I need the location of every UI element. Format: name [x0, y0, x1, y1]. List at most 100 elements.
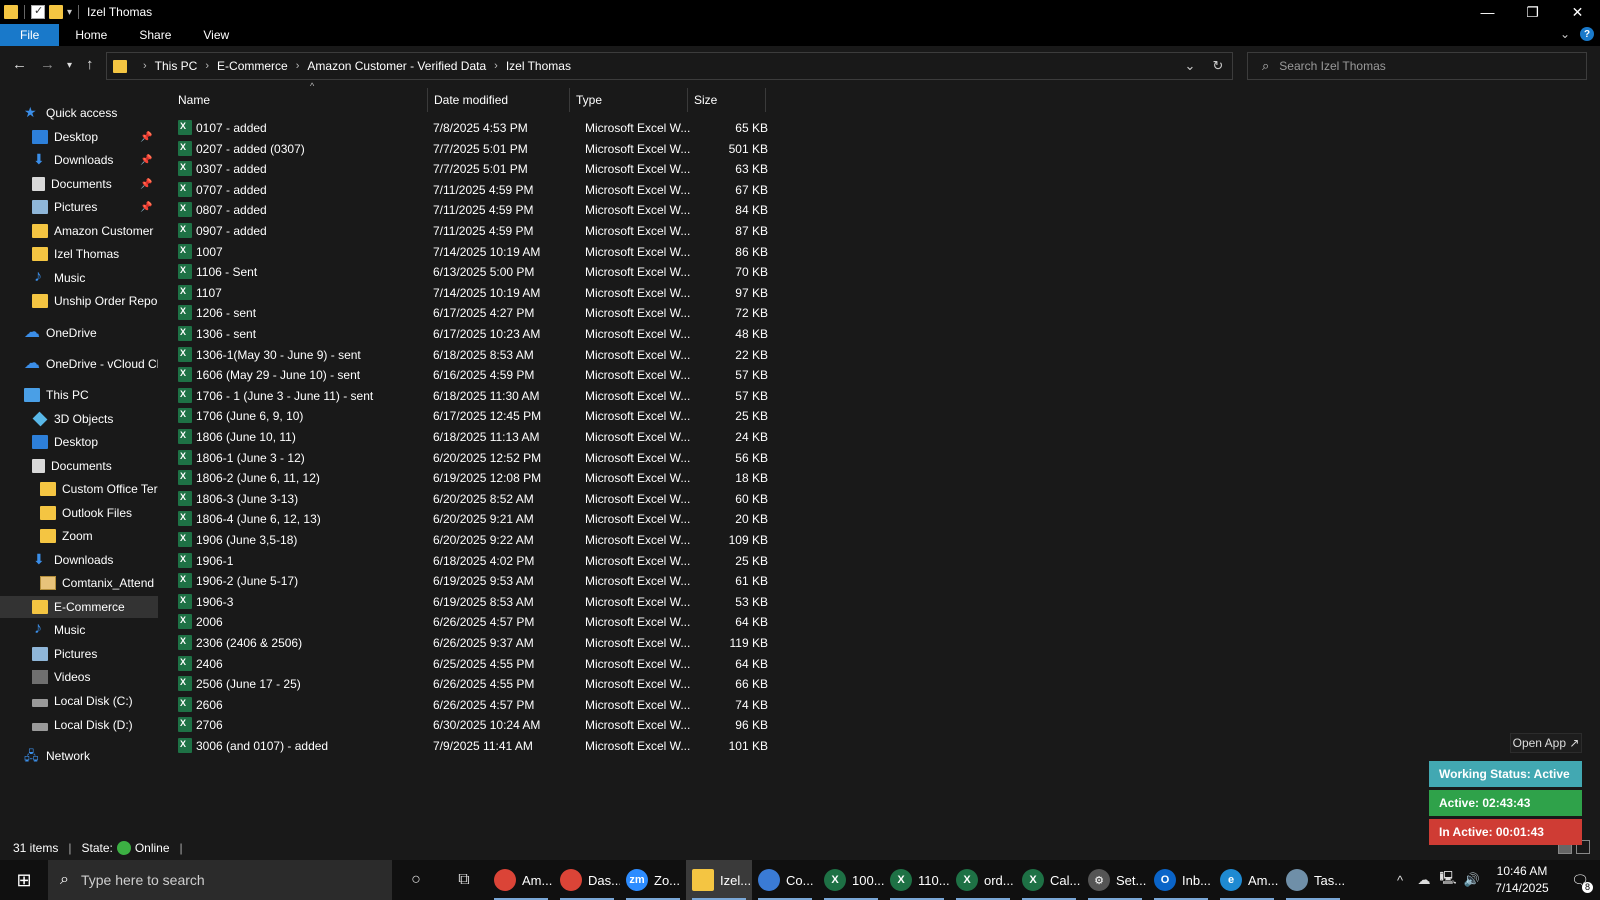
file-row[interactable]: 0107 - added 7/8/2025 4:53 PM Microsoft Ex…: [174, 118, 1174, 139]
column-header-type[interactable]: Type: [570, 88, 688, 112]
nav-item[interactable]: OneDrive: [0, 322, 158, 344]
file-row[interactable]: 2706 6/30/2025 10:24 AM Microsoft Excel W.…: [174, 715, 1174, 736]
chevron-right-icon[interactable]: ›: [494, 60, 498, 72]
taskbar-search-input[interactable]: [80, 872, 371, 888]
recent-locations-icon[interactable]: ▾: [67, 60, 72, 71]
file-row[interactable]: 2006 6/26/2025 4:57 PM Microsoft Excel W..…: [174, 612, 1174, 633]
nav-item[interactable]: Unship Order Repor: [0, 290, 158, 312]
nav-item[interactable]: Pictures 📌: [0, 196, 158, 218]
nav-item[interactable]: Network: [0, 745, 158, 767]
nav-item[interactable]: Music: [0, 619, 158, 641]
pin-icon[interactable]: 📌: [140, 202, 152, 213]
taskbar-app[interactable]: X Cal...: [1016, 860, 1082, 900]
nav-item[interactable]: Videos: [0, 666, 158, 688]
up-arrow-icon[interactable]: ↑: [86, 56, 94, 73]
nav-item[interactable]: Local Disk (C:): [0, 690, 158, 712]
nav-item[interactable]: Outlook Files: [0, 502, 158, 524]
show-hidden-icons-icon[interactable]: ^: [1388, 873, 1412, 888]
file-row[interactable]: 1806 (June 10, 11) 6/18/2025 11:13 AM Micr…: [174, 427, 1174, 448]
taskbar-app[interactable]: ⚙ Set...: [1082, 860, 1148, 900]
file-row[interactable]: 0207 - added (0307) 7/7/2025 5:01 PM Micro…: [174, 139, 1174, 160]
back-arrow-icon[interactable]: ←: [12, 56, 27, 73]
file-row[interactable]: 1206 - sent 6/17/2025 4:27 PM Microsoft Ex…: [174, 303, 1174, 324]
taskbar-app[interactable]: Izel...: [686, 860, 752, 900]
search-input[interactable]: [1279, 59, 1560, 73]
taskbar-search[interactable]: ⌕: [48, 860, 392, 900]
expand-ribbon-icon[interactable]: ⌄: [1560, 27, 1570, 41]
file-row[interactable]: 1806-2 (June 6, 11, 12) 6/19/2025 12:08 P…: [174, 468, 1174, 489]
forward-arrow-icon[interactable]: →: [40, 56, 55, 73]
nav-item[interactable]: Downloads 📌: [0, 149, 158, 171]
file-row[interactable]: 1706 (June 6, 9, 10) 6/17/2025 12:45 PM Mi…: [174, 406, 1174, 427]
minimize-button[interactable]: —: [1465, 0, 1510, 24]
file-row[interactable]: 1107 7/14/2025 10:19 AM Microsoft Excel W.…: [174, 283, 1174, 304]
properties-icon[interactable]: [31, 4, 45, 19]
chevron-right-icon[interactable]: ›: [143, 60, 147, 72]
breadcrumb-amazon-customer[interactable]: Amazon Customer - Verified Data: [307, 59, 486, 73]
taskbar-app[interactable]: X 110...: [884, 860, 950, 900]
nav-item[interactable]: Amazon Customer: [0, 220, 158, 242]
nav-item[interactable]: Custom Office Ter: [0, 478, 158, 500]
cortana-icon[interactable]: ○: [392, 860, 440, 900]
file-row[interactable]: 2406 6/25/2025 4:55 PM Microsoft Excel W..…: [174, 654, 1174, 675]
nav-item[interactable]: Documents 📌: [0, 173, 158, 195]
file-row[interactable]: 1806-4 (June 6, 12, 13) 6/20/2025 9:21 AM…: [174, 509, 1174, 530]
file-row[interactable]: 1806-1 (June 3 - 12) 6/20/2025 12:52 PM Mi…: [174, 448, 1174, 469]
tab-view[interactable]: View: [187, 24, 245, 46]
file-row[interactable]: 0807 - added 7/11/2025 4:59 PM Microsoft E…: [174, 200, 1174, 221]
pin-icon[interactable]: 📌: [140, 179, 152, 190]
nav-item[interactable]: Pictures: [0, 643, 158, 665]
file-row[interactable]: 1106 - Sent 6/13/2025 5:00 PM Microsoft Ex…: [174, 262, 1174, 283]
file-row[interactable]: 0707 - added 7/11/2025 4:59 PM Microsoft E…: [174, 180, 1174, 201]
file-row[interactable]: 2306 (2406 & 2506) 6/26/2025 9:37 AM Micro…: [174, 633, 1174, 654]
file-row[interactable]: 1906-2 (June 5-17) 6/19/2025 9:53 AM Micro…: [174, 571, 1174, 592]
taskbar-app[interactable]: Am...: [488, 860, 554, 900]
file-row[interactable]: 1706 - 1 (June 3 - June 11) - sent 6/18/2…: [174, 386, 1174, 407]
nav-item[interactable]: E-Commerce: [0, 596, 158, 618]
network-icon[interactable]: 🖳: [1436, 869, 1460, 891]
nav-item[interactable]: Downloads: [0, 549, 158, 571]
refresh-icon[interactable]: ↻: [1204, 58, 1232, 74]
file-row[interactable]: 1306 - sent 6/17/2025 10:23 AM Microsoft E…: [174, 324, 1174, 345]
file-row[interactable]: 1906 (June 3,5-18) 6/20/2025 9:22 AM Micro…: [174, 530, 1174, 551]
open-app-button[interactable]: Open App ↗: [1510, 733, 1582, 753]
file-row[interactable]: 1306-1(May 30 - June 9) - sent 6/18/2025 …: [174, 345, 1174, 366]
tab-home[interactable]: Home: [59, 24, 123, 46]
address-dropdown-icon[interactable]: ⌄: [1176, 58, 1204, 74]
taskbar-app[interactable]: Tas...: [1280, 860, 1346, 900]
breadcrumb-e-commerce[interactable]: E-Commerce: [217, 59, 288, 73]
taskbar-app[interactable]: Das...: [554, 860, 620, 900]
search-box[interactable]: ⌕: [1247, 52, 1587, 80]
nav-item[interactable]: Desktop: [0, 431, 158, 453]
task-view-icon[interactable]: ⧉: [440, 860, 488, 900]
nav-item[interactable]: Izel Thomas: [0, 243, 158, 265]
close-button[interactable]: ✕: [1555, 0, 1600, 24]
nav-item[interactable]: Documents: [0, 455, 158, 477]
taskbar-app[interactable]: zm Zo...: [620, 860, 686, 900]
new-folder-icon[interactable]: [49, 5, 63, 19]
tab-share[interactable]: Share: [123, 24, 187, 46]
nav-item[interactable]: Desktop 📌: [0, 126, 158, 148]
nav-item[interactable]: 3D Objects: [0, 408, 158, 430]
file-row[interactable]: 2506 (June 17 - 25) 6/26/2025 4:55 PM Micr…: [174, 674, 1174, 695]
taskbar-app[interactable]: e Am...: [1214, 860, 1280, 900]
customize-toolbar-icon[interactable]: ▾: [67, 7, 72, 18]
file-row[interactable]: 1606 (May 29 - June 10) - sent 6/16/2025 …: [174, 365, 1174, 386]
pin-icon[interactable]: 📌: [140, 155, 152, 166]
file-row[interactable]: 0307 - added 7/7/2025 5:01 PM Microsoft Ex…: [174, 159, 1174, 180]
file-row[interactable]: 1906-1 6/18/2025 4:02 PM Microsoft Excel W…: [174, 551, 1174, 572]
volume-icon[interactable]: 🔊: [1460, 872, 1484, 888]
nav-item[interactable]: OneDrive - vCloud Cl: [0, 353, 158, 375]
nav-item[interactable]: Music: [0, 267, 158, 289]
taskbar-app[interactable]: X 100...: [818, 860, 884, 900]
chevron-right-icon[interactable]: ›: [296, 60, 300, 72]
file-row[interactable]: 1007 7/14/2025 10:19 AM Microsoft Excel W.…: [174, 242, 1174, 263]
taskbar-app[interactable]: Co...: [752, 860, 818, 900]
chevron-right-icon[interactable]: ›: [205, 60, 209, 72]
taskbar-app[interactable]: O Inb...: [1148, 860, 1214, 900]
file-row[interactable]: 3006 (and 0107) - added 7/9/2025 11:41 AM…: [174, 736, 1174, 757]
onedrive-icon[interactable]: ☁: [1412, 872, 1436, 888]
tab-file[interactable]: File: [0, 24, 60, 46]
address-bar[interactable]: › This PC › E-Commerce › Amazon Customer…: [106, 52, 1233, 80]
nav-item[interactable]: This PC: [0, 384, 158, 406]
